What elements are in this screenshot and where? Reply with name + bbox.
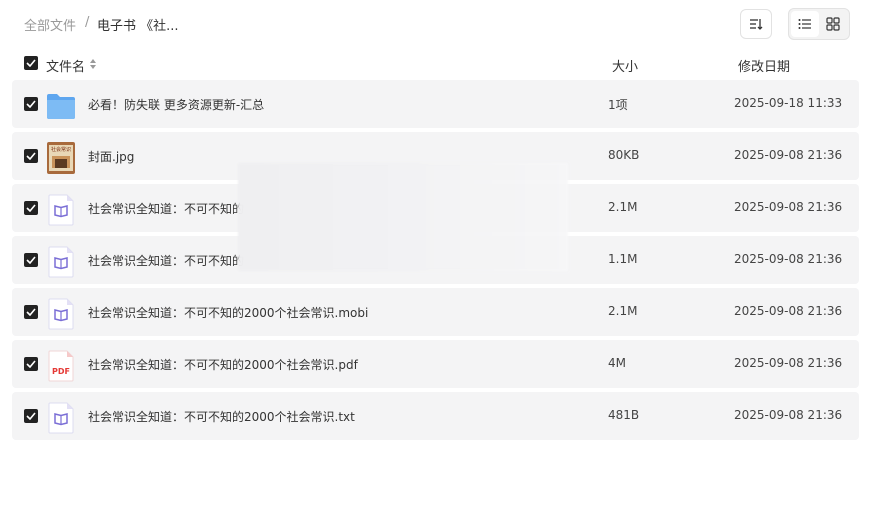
breadcrumb-separator: / (85, 15, 90, 30)
column-header-size[interactable]: 大小 (612, 56, 638, 75)
list-view-button[interactable] (791, 11, 819, 37)
image-thumbnail-icon: 社会常识 (47, 142, 75, 174)
file-name[interactable]: 社会常识全知道：不可不知的2000个社会常识.txt (88, 408, 355, 425)
file-size: 2.1M (608, 304, 638, 318)
file-modified: 2025-09-08 21:36 (734, 252, 843, 266)
row-checkbox[interactable] (24, 305, 38, 319)
file-name[interactable]: 社会常识全知道：不可不知的2000个社会常识.mobi (88, 304, 368, 321)
ebook-icon (48, 194, 74, 226)
list-icon (798, 19, 811, 29)
check-icon (26, 256, 36, 264)
breadcrumb-root[interactable]: 全部文件 (24, 15, 76, 34)
blurred-region (238, 163, 568, 271)
view-toggle (788, 8, 850, 40)
file-name[interactable]: 社会常识全知道：不可不知的2000个社会常识.pdf (88, 356, 358, 373)
file-row[interactable]: PDF 社会常识全知道：不可不知的2000个社会常识.pdf 4M 2025-0… (12, 340, 859, 388)
check-icon (26, 100, 36, 108)
file-row[interactable]: 社会常识全知道：不可不知的2000个社会常识.txt 481B 2025-09-… (12, 392, 859, 440)
pdf-label: PDF (52, 367, 70, 376)
ebook-icon (48, 402, 74, 434)
file-size: 4M (608, 356, 626, 370)
row-checkbox[interactable] (24, 201, 38, 215)
breadcrumb-current: 电子书 《社... (97, 19, 179, 34)
check-icon (26, 204, 36, 212)
file-name[interactable]: 社会常识全知道：不可不知的 (88, 252, 244, 269)
file-size: 80KB (608, 148, 640, 162)
file-name[interactable]: 社会常识全知道：不可不知的 (88, 200, 244, 217)
sort-arrows-icon[interactable] (89, 58, 97, 70)
file-modified: 2025-09-08 21:36 (734, 200, 843, 214)
cover-text: 社会常识 (50, 147, 71, 153)
file-size: 2.1M (608, 200, 638, 214)
file-modified: 2025-09-08 21:36 (734, 356, 843, 370)
file-modified: 2025-09-18 11:33 (734, 96, 843, 110)
ebook-icon (48, 246, 74, 278)
check-icon (26, 152, 36, 160)
file-modified: 2025-09-08 21:36 (734, 148, 843, 162)
sort-icon (750, 19, 763, 30)
file-size: 1.1M (608, 252, 638, 266)
file-row[interactable]: 必看！防失联 更多资源更新-汇总 1项 2025-09-18 11:33 (12, 80, 859, 128)
row-checkbox[interactable] (24, 409, 38, 423)
row-checkbox[interactable] (24, 357, 38, 371)
file-size: 481B (608, 408, 640, 422)
sort-button[interactable] (740, 9, 772, 39)
row-checkbox[interactable] (24, 149, 38, 163)
file-name[interactable]: 必看！防失联 更多资源更新-汇总 (88, 96, 264, 113)
file-name[interactable]: 封面.jpg (88, 148, 134, 165)
column-header-modified[interactable]: 修改日期 (738, 56, 790, 75)
pdf-icon: PDF (48, 350, 74, 382)
row-checkbox[interactable] (24, 253, 38, 267)
check-icon (26, 360, 36, 368)
column-header-name[interactable]: 文件名 (46, 56, 85, 75)
file-size: 1项 (608, 98, 628, 112)
select-all-checkbox[interactable] (24, 56, 38, 70)
file-modified: 2025-09-08 21:36 (734, 304, 843, 318)
grid-view-button[interactable] (819, 11, 847, 37)
file-row[interactable]: 社会常识全知道：不可不知的2000个社会常识.mobi 2.1M 2025-09… (12, 288, 859, 336)
grid-icon (826, 17, 840, 31)
ebook-icon (48, 298, 74, 330)
top-bar: 全部文件 / 电子书 《社... (0, 0, 874, 48)
file-list-header: 文件名 大小 修改日期 (0, 52, 874, 76)
check-icon (26, 59, 36, 67)
check-icon (26, 308, 36, 316)
folder-icon (47, 94, 75, 119)
file-modified: 2025-09-08 21:36 (734, 408, 843, 422)
check-icon (26, 412, 36, 420)
row-checkbox[interactable] (24, 97, 38, 111)
